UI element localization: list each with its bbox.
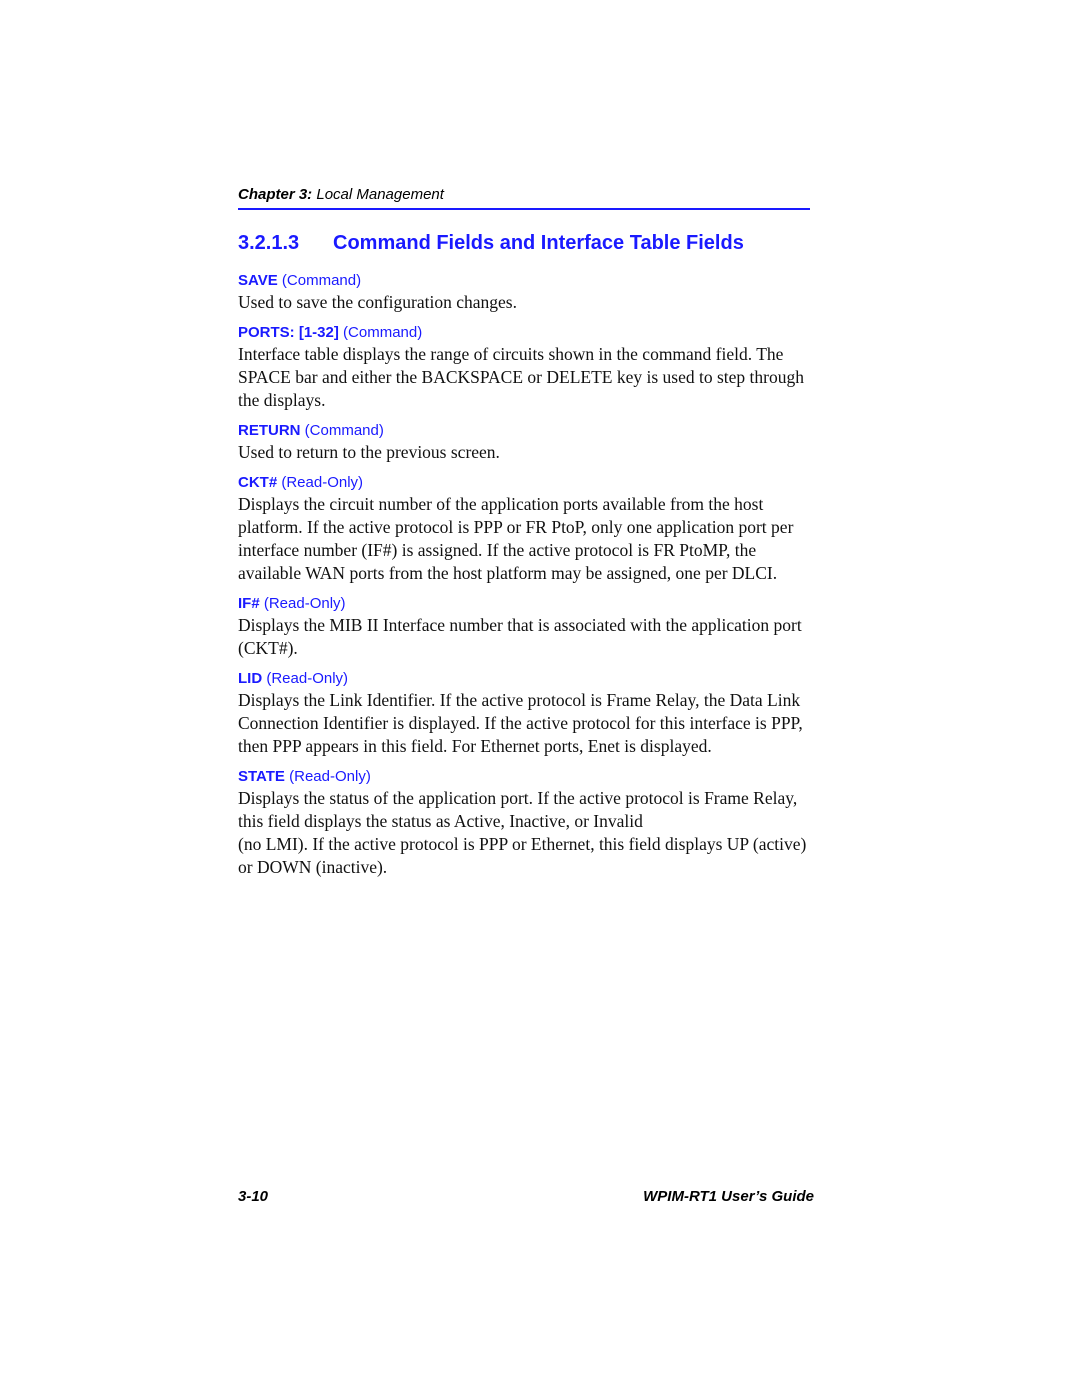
field-entry-if: IF# (Read-Only) Displays the MIB II Inte… xyxy=(238,594,810,660)
field-heading: PORTS: [1-32] (Command) xyxy=(238,323,810,342)
page-number: 3-10 xyxy=(238,1188,269,1205)
section-heading: 3.2.1.3 Command Fields and Interface Tabl… xyxy=(238,232,744,255)
field-name: LID xyxy=(238,670,263,687)
field-description: Interface table displays the range of ci… xyxy=(238,343,810,412)
running-head: Chapter 3: Local Management xyxy=(238,186,444,203)
field-type: (Read-Only) xyxy=(266,670,349,687)
field-name: PORTS: [1-32] xyxy=(238,324,339,341)
field-type: (Read-Only) xyxy=(281,474,364,491)
field-description: Used to return to the previous screen. xyxy=(238,441,810,464)
guide-title: WPIM-RT1 User’s Guide xyxy=(643,1188,814,1205)
description-paragraph: Displays the Link Identifier. If the act… xyxy=(238,690,803,756)
field-heading: SAVE (Command) xyxy=(238,271,810,290)
section-number: 3.2.1.3 xyxy=(238,232,300,254)
field-entry-return: RETURN (Command) Used to return to the p… xyxy=(238,421,810,464)
description-paragraph: Used to return to the previous screen. xyxy=(238,442,500,462)
field-name: RETURN xyxy=(238,422,301,439)
section-title: Command Fields and Interface Table Field… xyxy=(333,232,744,254)
field-entry-ckt: CKT# (Read-Only) Displays the circuit nu… xyxy=(238,473,810,585)
field-heading: LID (Read-Only) xyxy=(238,669,810,688)
description-paragraph: Displays the circuit number of the appli… xyxy=(238,494,794,583)
field-description: Displays the MIB II Interface number tha… xyxy=(238,614,810,660)
field-type: (Read-Only) xyxy=(263,595,346,612)
field-description: Displays the status of the application p… xyxy=(238,787,810,879)
field-type: (Command) xyxy=(281,272,362,289)
description-paragraph: Interface table displays the range of ci… xyxy=(238,344,804,410)
field-entry-lid: LID (Read-Only) Displays the Link Identi… xyxy=(238,669,810,758)
field-heading: STATE (Read-Only) xyxy=(238,767,810,786)
field-list: SAVE (Command) Used to save the configur… xyxy=(238,271,810,888)
field-entry-save: SAVE (Command) Used to save the configur… xyxy=(238,271,810,314)
field-name: STATE xyxy=(238,768,285,785)
field-type: (Command) xyxy=(304,422,384,439)
field-heading: IF# (Read-Only) xyxy=(238,594,810,613)
field-type: (Command) xyxy=(343,324,423,341)
field-heading: CKT# (Read-Only) xyxy=(238,473,810,492)
field-entry-state: STATE (Read-Only) Displays the status of… xyxy=(238,767,810,879)
field-name: CKT# xyxy=(238,474,278,491)
field-description: Displays the Link Identifier. If the act… xyxy=(238,689,810,758)
field-type: (Read-Only) xyxy=(289,768,371,785)
description-paragraph: (no LMI). If the active protocol is PPP … xyxy=(238,834,807,877)
header-rule xyxy=(238,208,810,210)
field-description: Used to save the configuration changes. xyxy=(238,291,810,314)
description-paragraph: Used to save the configuration changes. xyxy=(238,292,517,312)
chapter-label: Chapter 3: xyxy=(238,186,313,203)
description-paragraph: Displays the MIB II Interface number tha… xyxy=(238,615,802,658)
description-paragraph: Displays the status of the application p… xyxy=(238,788,798,831)
field-description: Displays the circuit number of the appli… xyxy=(238,493,810,585)
field-name: SAVE xyxy=(238,272,278,289)
field-name: IF# xyxy=(238,595,260,612)
chapter-title: Local Management xyxy=(312,186,444,203)
field-heading: RETURN (Command) xyxy=(238,421,810,440)
field-entry-ports: PORTS: [1-32] (Command) Interface table … xyxy=(238,323,810,412)
